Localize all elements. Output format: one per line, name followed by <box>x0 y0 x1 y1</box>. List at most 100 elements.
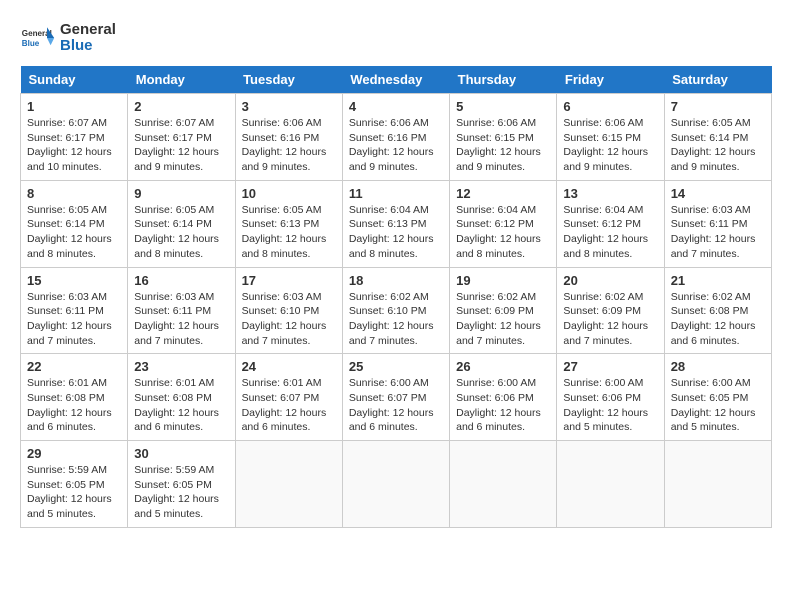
day-cell-7: 7 Sunrise: 6:05 AMSunset: 6:14 PMDayligh… <box>664 94 771 181</box>
cell-info: Sunrise: 6:02 AMSunset: 6:09 PMDaylight:… <box>456 291 541 347</box>
empty-cell <box>450 441 557 528</box>
day-cell-18: 18 Sunrise: 6:02 AMSunset: 6:10 PMDaylig… <box>342 267 449 354</box>
day-number: 2 <box>134 99 228 114</box>
day-number: 23 <box>134 359 228 374</box>
day-number: 26 <box>456 359 550 374</box>
calendar-row: 15 Sunrise: 6:03 AMSunset: 6:11 PMDaylig… <box>21 267 772 354</box>
empty-cell <box>342 441 449 528</box>
day-cell-23: 23 Sunrise: 6:01 AMSunset: 6:08 PMDaylig… <box>128 354 235 441</box>
day-cell-2: 2 Sunrise: 6:07 AMSunset: 6:17 PMDayligh… <box>128 94 235 181</box>
cell-info: Sunrise: 6:02 AMSunset: 6:09 PMDaylight:… <box>563 291 648 347</box>
day-cell-27: 27 Sunrise: 6:00 AMSunset: 6:06 PMDaylig… <box>557 354 664 441</box>
day-cell-12: 12 Sunrise: 6:04 AMSunset: 6:12 PMDaylig… <box>450 180 557 267</box>
calendar-row: 8 Sunrise: 6:05 AMSunset: 6:14 PMDayligh… <box>21 180 772 267</box>
day-cell-29: 29 Sunrise: 5:59 AMSunset: 6:05 PMDaylig… <box>21 441 128 528</box>
logo-blue-text: Blue <box>60 38 116 55</box>
empty-cell <box>235 441 342 528</box>
cell-info: Sunrise: 6:00 AMSunset: 6:05 PMDaylight:… <box>671 377 756 433</box>
day-cell-20: 20 Sunrise: 6:02 AMSunset: 6:09 PMDaylig… <box>557 267 664 354</box>
empty-cell <box>557 441 664 528</box>
empty-cell <box>664 441 771 528</box>
day-number: 1 <box>27 99 121 114</box>
day-cell-11: 11 Sunrise: 6:04 AMSunset: 6:13 PMDaylig… <box>342 180 449 267</box>
day-cell-21: 21 Sunrise: 6:02 AMSunset: 6:08 PMDaylig… <box>664 267 771 354</box>
cell-info: Sunrise: 6:06 AMSunset: 6:15 PMDaylight:… <box>563 117 648 173</box>
day-cell-25: 25 Sunrise: 6:00 AMSunset: 6:07 PMDaylig… <box>342 354 449 441</box>
day-number: 5 <box>456 99 550 114</box>
calendar-row: 22 Sunrise: 6:01 AMSunset: 6:08 PMDaylig… <box>21 354 772 441</box>
cell-info: Sunrise: 6:06 AMSunset: 6:16 PMDaylight:… <box>242 117 327 173</box>
day-number: 20 <box>563 273 657 288</box>
cell-info: Sunrise: 6:05 AMSunset: 6:13 PMDaylight:… <box>242 204 327 260</box>
day-cell-19: 19 Sunrise: 6:02 AMSunset: 6:09 PMDaylig… <box>450 267 557 354</box>
day-cell-15: 15 Sunrise: 6:03 AMSunset: 6:11 PMDaylig… <box>21 267 128 354</box>
day-cell-17: 17 Sunrise: 6:03 AMSunset: 6:10 PMDaylig… <box>235 267 342 354</box>
day-cell-26: 26 Sunrise: 6:00 AMSunset: 6:06 PMDaylig… <box>450 354 557 441</box>
day-number: 13 <box>563 186 657 201</box>
day-number: 29 <box>27 446 121 461</box>
th-monday: Monday <box>128 66 235 94</box>
logo: General Blue General Blue <box>20 20 116 56</box>
cell-info: Sunrise: 5:59 AMSunset: 6:05 PMDaylight:… <box>134 464 219 520</box>
day-cell-24: 24 Sunrise: 6:01 AMSunset: 6:07 PMDaylig… <box>235 354 342 441</box>
day-number: 21 <box>671 273 765 288</box>
calendar-row: 1 Sunrise: 6:07 AMSunset: 6:17 PMDayligh… <box>21 94 772 181</box>
th-tuesday: Tuesday <box>235 66 342 94</box>
calendar-row: 29 Sunrise: 5:59 AMSunset: 6:05 PMDaylig… <box>21 441 772 528</box>
svg-text:Blue: Blue <box>22 39 40 48</box>
day-cell-4: 4 Sunrise: 6:06 AMSunset: 6:16 PMDayligh… <box>342 94 449 181</box>
page-header: General Blue General Blue <box>20 20 772 56</box>
day-number: 25 <box>349 359 443 374</box>
calendar-table: Sunday Monday Tuesday Wednesday Thursday… <box>20 66 772 528</box>
cell-info: Sunrise: 6:03 AMSunset: 6:10 PMDaylight:… <box>242 291 327 347</box>
th-wednesday: Wednesday <box>342 66 449 94</box>
day-cell-30: 30 Sunrise: 5:59 AMSunset: 6:05 PMDaylig… <box>128 441 235 528</box>
cell-info: Sunrise: 6:01 AMSunset: 6:07 PMDaylight:… <box>242 377 327 433</box>
th-sunday: Sunday <box>21 66 128 94</box>
logo-icon: General Blue <box>20 20 56 56</box>
day-number: 15 <box>27 273 121 288</box>
cell-info: Sunrise: 6:02 AMSunset: 6:08 PMDaylight:… <box>671 291 756 347</box>
day-number: 24 <box>242 359 336 374</box>
calendar-body: 1 Sunrise: 6:07 AMSunset: 6:17 PMDayligh… <box>21 94 772 528</box>
cell-info: Sunrise: 6:01 AMSunset: 6:08 PMDaylight:… <box>27 377 112 433</box>
day-number: 28 <box>671 359 765 374</box>
cell-info: Sunrise: 6:07 AMSunset: 6:17 PMDaylight:… <box>27 117 112 173</box>
cell-info: Sunrise: 6:00 AMSunset: 6:06 PMDaylight:… <box>563 377 648 433</box>
header-row: Sunday Monday Tuesday Wednesday Thursday… <box>21 66 772 94</box>
day-number: 16 <box>134 273 228 288</box>
day-cell-16: 16 Sunrise: 6:03 AMSunset: 6:11 PMDaylig… <box>128 267 235 354</box>
day-number: 22 <box>27 359 121 374</box>
day-number: 9 <box>134 186 228 201</box>
day-number: 17 <box>242 273 336 288</box>
day-cell-22: 22 Sunrise: 6:01 AMSunset: 6:08 PMDaylig… <box>21 354 128 441</box>
cell-info: Sunrise: 6:03 AMSunset: 6:11 PMDaylight:… <box>27 291 112 347</box>
th-thursday: Thursday <box>450 66 557 94</box>
cell-info: Sunrise: 6:00 AMSunset: 6:06 PMDaylight:… <box>456 377 541 433</box>
day-cell-1: 1 Sunrise: 6:07 AMSunset: 6:17 PMDayligh… <box>21 94 128 181</box>
cell-info: Sunrise: 6:03 AMSunset: 6:11 PMDaylight:… <box>671 204 756 260</box>
day-cell-8: 8 Sunrise: 6:05 AMSunset: 6:14 PMDayligh… <box>21 180 128 267</box>
cell-info: Sunrise: 6:03 AMSunset: 6:11 PMDaylight:… <box>134 291 219 347</box>
th-friday: Friday <box>557 66 664 94</box>
day-number: 12 <box>456 186 550 201</box>
cell-info: Sunrise: 6:05 AMSunset: 6:14 PMDaylight:… <box>134 204 219 260</box>
cell-info: Sunrise: 5:59 AMSunset: 6:05 PMDaylight:… <box>27 464 112 520</box>
day-number: 3 <box>242 99 336 114</box>
day-number: 30 <box>134 446 228 461</box>
day-number: 19 <box>456 273 550 288</box>
th-saturday: Saturday <box>664 66 771 94</box>
cell-info: Sunrise: 6:01 AMSunset: 6:08 PMDaylight:… <box>134 377 219 433</box>
day-number: 18 <box>349 273 443 288</box>
day-cell-28: 28 Sunrise: 6:00 AMSunset: 6:05 PMDaylig… <box>664 354 771 441</box>
day-number: 27 <box>563 359 657 374</box>
cell-info: Sunrise: 6:05 AMSunset: 6:14 PMDaylight:… <box>671 117 756 173</box>
day-cell-3: 3 Sunrise: 6:06 AMSunset: 6:16 PMDayligh… <box>235 94 342 181</box>
day-cell-5: 5 Sunrise: 6:06 AMSunset: 6:15 PMDayligh… <box>450 94 557 181</box>
day-number: 6 <box>563 99 657 114</box>
cell-info: Sunrise: 6:04 AMSunset: 6:12 PMDaylight:… <box>563 204 648 260</box>
day-cell-6: 6 Sunrise: 6:06 AMSunset: 6:15 PMDayligh… <box>557 94 664 181</box>
cell-info: Sunrise: 6:04 AMSunset: 6:12 PMDaylight:… <box>456 204 541 260</box>
day-number: 14 <box>671 186 765 201</box>
cell-info: Sunrise: 6:00 AMSunset: 6:07 PMDaylight:… <box>349 377 434 433</box>
